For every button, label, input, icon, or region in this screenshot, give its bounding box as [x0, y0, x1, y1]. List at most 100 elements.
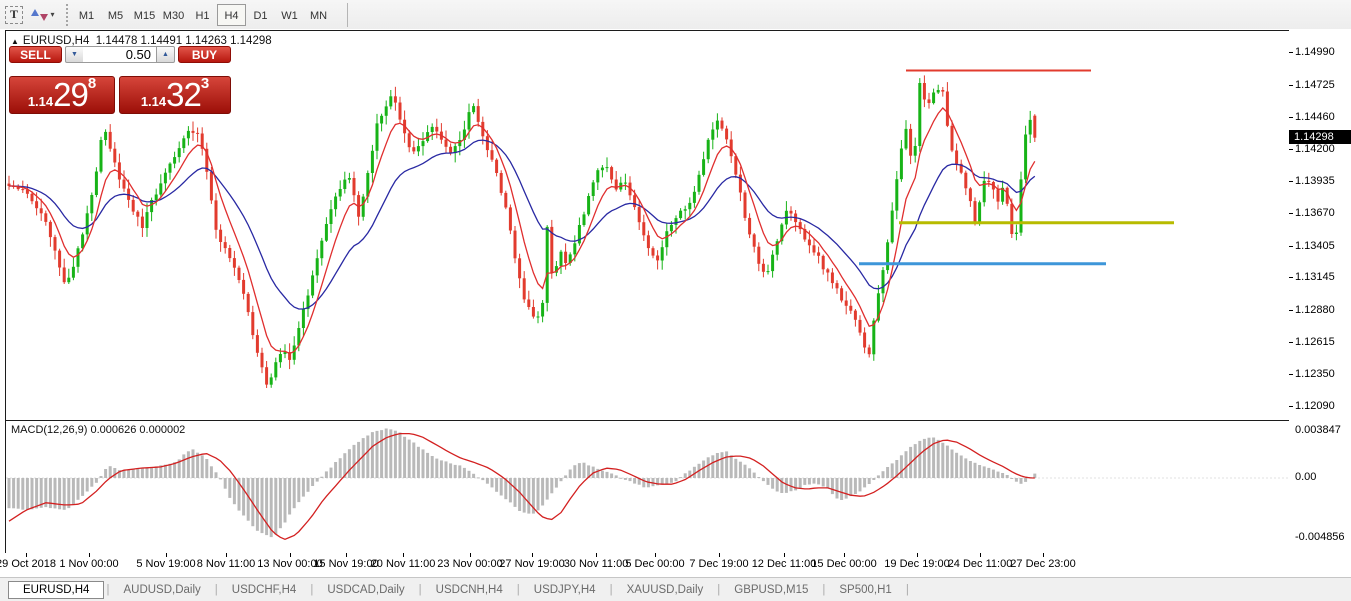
time-tick-label: 1 Nov 00:00 [49, 558, 129, 570]
price-tick-label: 1.12090 [1295, 400, 1335, 412]
buy-price-prefix: 1.14 [141, 94, 166, 109]
current-price-tag: 1.14298 [1289, 130, 1351, 144]
tab-separator: | [904, 584, 911, 596]
price-tick-mark [1289, 85, 1293, 86]
sell-price-pipette: 8 [88, 75, 96, 92]
timeframe-button-w1[interactable]: W1 [275, 4, 304, 26]
timeframe-button-d1[interactable]: D1 [246, 4, 275, 26]
time-axis[interactable]: 29 Oct 20181 Nov 00:005 Nov 19:008 Nov 1… [5, 553, 1289, 576]
time-tick-label: 15 Dec 00:00 [804, 558, 884, 570]
price-tick-mark [1289, 310, 1293, 311]
price-tick-label: 1.14200 [1295, 143, 1335, 155]
macd-indicator-label: MACD(12,26,9) 0.000626 0.000002 [11, 424, 185, 436]
timeframe-button-m30[interactable]: M30 [159, 4, 188, 26]
buy-price-main: 32 [166, 76, 201, 113]
price-tick-mark [1289, 246, 1293, 247]
timeframe-button-m1[interactable]: M1 [72, 4, 101, 26]
price-tick-label: 1.14460 [1295, 111, 1335, 123]
chart-tab-gbpusd-m15[interactable]: GBPUSD,M15 [722, 582, 820, 598]
macd-chart[interactable] [6, 421, 1289, 554]
arrow-up-icon [31, 9, 39, 16]
chart-tab-usdcnh-h4[interactable]: USDCNH,H4 [424, 582, 515, 598]
buy-price-pipette: 3 [201, 75, 209, 92]
time-tick-label: 27 Dec 23:00 [1003, 558, 1083, 570]
time-tick-mark [403, 553, 404, 557]
chart-tab-sp500-h1[interactable]: SP500,H1 [827, 582, 903, 598]
chart-tab-usdchf-h4[interactable]: USDCHF,H4 [220, 582, 309, 598]
chevron-down-icon: ▾ [50, 10, 54, 19]
price-tick-mark [1289, 117, 1293, 118]
time-tick-mark [655, 553, 656, 557]
macd-signal-line [9, 434, 1035, 540]
time-tick-mark [346, 553, 347, 557]
time-tick-mark [166, 553, 167, 557]
time-tick-mark [532, 553, 533, 557]
cycle-arrows-icon[interactable]: ▾ [28, 5, 58, 25]
macd-histogram [8, 429, 1037, 538]
time-tick-mark [290, 553, 291, 557]
sell-price-button[interactable]: 1.14298 [9, 76, 115, 114]
top-toolbar: T ▾ M1M5M15M30H1H4D1W1MN [0, 0, 1351, 30]
sell-price-prefix: 1.14 [28, 94, 53, 109]
price-tick-mark [1289, 213, 1293, 214]
time-tick-mark [470, 553, 471, 557]
price-tick-label: 1.13935 [1295, 175, 1335, 187]
time-tick-mark [917, 553, 918, 557]
time-tick-mark [596, 553, 597, 557]
price-tick-label: 1.14990 [1295, 46, 1335, 58]
arrow-down-icon [40, 14, 48, 21]
ma-slow-line [9, 140, 1035, 309]
time-tick-mark [784, 553, 785, 557]
price-tick-mark [1289, 52, 1293, 53]
macd-tick-label: 0.00 [1295, 471, 1316, 483]
mt4-terminal: { "window": {"title_symbol": "EURUSD,H4"… [0, 0, 1351, 600]
timeframe-button-mn[interactable]: MN [304, 4, 333, 26]
price-axis[interactable]: 1.149901.147251.144601.142001.139351.136… [1289, 30, 1351, 576]
chart-tab-xauusd-daily[interactable]: XAUUSD,Daily [615, 582, 716, 598]
sell-price-main: 29 [53, 76, 88, 113]
price-tick-label: 1.13405 [1295, 240, 1335, 252]
price-tick-label: 1.13145 [1295, 271, 1335, 283]
price-tick-mark [1289, 149, 1293, 150]
price-tick-label: 1.12880 [1295, 304, 1335, 316]
chart-tab-audusd-daily[interactable]: AUDUSD,Daily [111, 582, 212, 598]
ma-fast-line [9, 108, 1035, 354]
time-tick-mark [89, 553, 90, 557]
timeframe-button-m15[interactable]: M15 [130, 4, 159, 26]
price-tick-label: 1.12350 [1295, 368, 1335, 380]
price-tick-mark [1289, 181, 1293, 182]
volume-increase-button[interactable]: ▲ [156, 46, 175, 63]
buy-button[interactable]: BUY [178, 46, 231, 63]
macd-name: MACD(12,26,9) [11, 424, 87, 436]
timeframe-button-m5[interactable]: M5 [101, 4, 130, 26]
timeframe-button-h4[interactable]: H4 [217, 4, 246, 26]
time-tick-mark [26, 553, 27, 557]
tab-separator: | [715, 584, 722, 596]
chart-tab-usdjpy-h4[interactable]: USDJPY,H4 [522, 582, 608, 598]
price-tick-mark [1289, 374, 1293, 375]
time-tick-mark [980, 553, 981, 557]
timeframe-button-h1[interactable]: H1 [188, 4, 217, 26]
macd-values: 0.000626 0.000002 [90, 424, 185, 436]
price-pane[interactable]: ▲EURUSD,H4 1.14478 1.14491 1.14263 1.142… [6, 31, 1289, 420]
chart-workspace: ▲EURUSD,H4 1.14478 1.14491 1.14263 1.142… [0, 29, 1351, 577]
buy-price-button[interactable]: 1.14323 [119, 76, 231, 114]
time-tick-mark [226, 553, 227, 557]
trade-controls-row: SELL ▼ ▲ BUY [9, 46, 231, 63]
macd-pane[interactable]: MACD(12,26,9) 0.000626 0.000002 [6, 420, 1289, 554]
macd-tick-label: -0.004856 [1295, 531, 1345, 543]
time-tick-mark [719, 553, 720, 557]
chart-tab-usdcad-daily[interactable]: USDCAD,Daily [315, 582, 416, 598]
price-tick-mark [1289, 277, 1293, 278]
toolbar-separator [347, 3, 348, 27]
sell-button[interactable]: SELL [9, 46, 62, 63]
volume-decrease-button[interactable]: ▼ [65, 46, 84, 63]
toolbar-grip[interactable] [66, 4, 68, 26]
chart-tab-eurusd-h4[interactable]: EURUSD,H4 [8, 581, 104, 599]
tab-separator: | [820, 584, 827, 596]
collapse-icon[interactable]: ▲ [11, 37, 19, 46]
macd-tick-label: 0.003847 [1295, 424, 1341, 436]
volume-input[interactable] [83, 46, 157, 63]
tab-separator: | [308, 584, 315, 596]
text-tool-icon[interactable]: T [5, 6, 23, 24]
